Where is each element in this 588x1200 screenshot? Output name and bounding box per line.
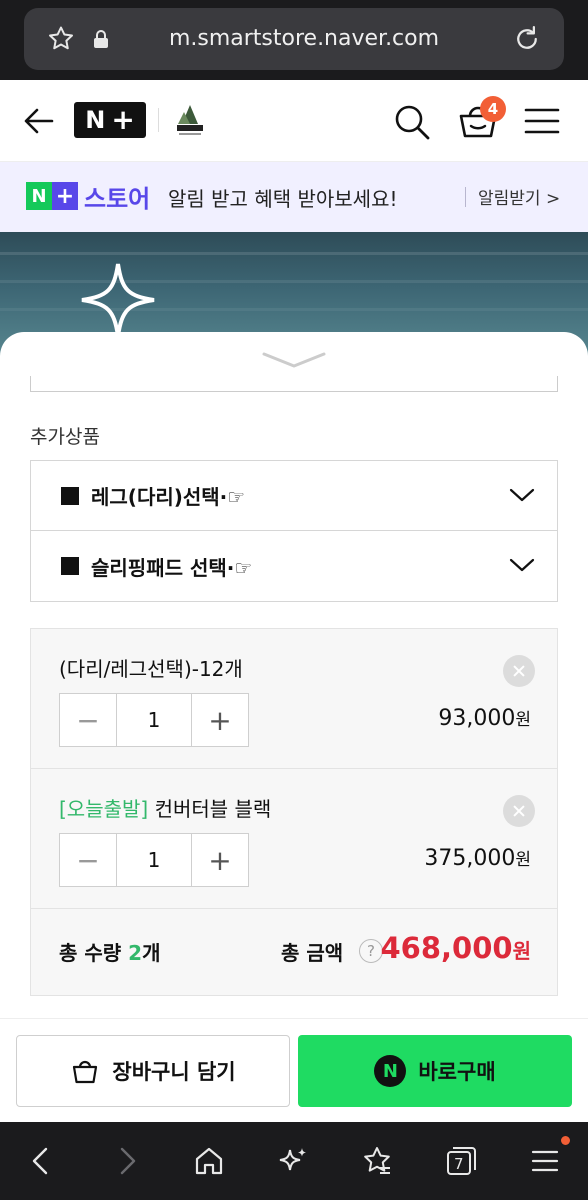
address-bar[interactable]: m.smartstore.naver.com: [24, 8, 564, 70]
total-amount-unit: 원: [512, 939, 531, 963]
purchase-action-bar: 장바구니 담기 N 바로구매: [0, 1018, 588, 1122]
naver-pay-icon: N: [374, 1055, 407, 1087]
help-icon[interactable]: ?: [359, 939, 383, 963]
total-amount-value: 468,000: [380, 931, 513, 965]
logo-plus: +: [111, 103, 135, 136]
select-label: 레그(다리)선택·☞: [91, 485, 246, 509]
shopping-bag-icon: [73, 1060, 98, 1084]
add-to-cart-button[interactable]: 장바구니 담기: [16, 1035, 290, 1107]
bookmarks-star-icon[interactable]: [360, 1144, 394, 1178]
naver-plus-logo[interactable]: N +: [74, 102, 146, 138]
notification-subscribe-link[interactable]: 알림받기 >: [478, 184, 560, 209]
browser-menu-icon[interactable]: [528, 1144, 562, 1178]
logo-n: N: [85, 106, 106, 134]
notification-dot: [561, 1136, 570, 1145]
notice-message: 알림 받고 혜택 받아보세요!: [168, 187, 398, 211]
price-unit: 원: [515, 850, 531, 870]
total-quantity-unit: 개: [142, 941, 161, 965]
increase-button[interactable]: +: [192, 694, 248, 746]
item-name: [오늘출발] 컨버터블 블랙: [59, 793, 271, 822]
sparkle-ai-icon[interactable]: [276, 1144, 310, 1178]
decrease-button[interactable]: −: [60, 694, 116, 746]
sheet-collapse-chevron-icon[interactable]: [262, 350, 326, 370]
selected-item: (다리/레그선택)-12개 − 1 + 93,000원: [31, 629, 557, 769]
back-arrow-icon[interactable]: [22, 104, 56, 138]
quantity-stepper: − 1 +: [59, 693, 249, 747]
item-name: (다리/레그선택)-12개: [59, 653, 243, 682]
bookmark-star-icon[interactable]: [46, 24, 76, 54]
select-label: 슬리핑패드 선택·☞: [91, 555, 253, 580]
remove-item-button[interactable]: [503, 655, 535, 687]
decrease-button[interactable]: −: [60, 834, 116, 886]
cart-count-badge: 4: [480, 96, 506, 122]
browser-forward-icon[interactable]: [110, 1144, 144, 1178]
badge-n: N: [26, 182, 52, 210]
item-title: 컨버터블 블랙: [148, 797, 272, 821]
remove-item-button[interactable]: [503, 795, 535, 827]
select-leg-option[interactable]: 레그(다리)선택·☞: [31, 461, 557, 531]
buy-now-button[interactable]: N 바로구매: [298, 1035, 572, 1107]
order-total: 총 수량 2개 총 금액 ? 468,000원: [31, 909, 557, 995]
select-sleeping-pad-option[interactable]: 슬리핑패드 선택·☞: [31, 531, 557, 601]
chevron-down-icon: [509, 558, 535, 572]
shop-logo-icon[interactable]: [172, 102, 208, 138]
quantity-stepper: − 1 +: [59, 833, 249, 887]
store-header: N + 4: [0, 80, 588, 162]
total-quantity-value: 2: [128, 941, 143, 965]
browser-top-bar: m.smartstore.naver.com: [0, 0, 588, 80]
chevron-down-icon: [509, 488, 535, 502]
add-to-cart-label: 장바구니 담기: [112, 1060, 236, 1084]
search-icon[interactable]: [392, 102, 432, 142]
item-price: 93,000원: [438, 705, 531, 731]
item-price: 375,000원: [424, 845, 531, 871]
tab-count: 7: [454, 1155, 464, 1173]
previous-option-box: [30, 376, 558, 392]
total-quantity-label: 총 수량: [59, 941, 129, 965]
tabs-icon[interactable]: 7: [444, 1144, 478, 1178]
quantity-value[interactable]: 1: [116, 694, 192, 746]
home-icon[interactable]: [192, 1144, 226, 1178]
additional-products-label: 추가상품: [30, 426, 100, 448]
quantity-value[interactable]: 1: [116, 834, 192, 886]
browser-bottom-nav: 7: [0, 1122, 588, 1200]
sparkle-logo-icon: [81, 263, 155, 337]
option-sheet: 추가상품 레그(다리)선택·☞ 슬리핑패드 선택·☞ (다리/레그선택)-12개…: [0, 332, 588, 1122]
wave: [0, 252, 588, 255]
reload-icon[interactable]: [512, 24, 542, 54]
total-amount: 468,000원: [381, 931, 532, 965]
selected-item: [오늘출발] 컨버터블 블랙 − 1 + 375,000원: [31, 769, 557, 909]
notification-banner[interactable]: N + 스토어 알림 받고 혜택 받아보세요! 알림받기 >: [0, 162, 588, 232]
increase-button[interactable]: +: [192, 834, 248, 886]
square-bullet-icon: [61, 486, 79, 505]
menu-hamburger-icon[interactable]: [524, 106, 560, 136]
total-quantity: 총 수량 2개: [59, 937, 160, 966]
price-value: 93,000: [438, 706, 516, 731]
browser-back-icon[interactable]: [24, 1144, 58, 1178]
item-title: (다리/레그선택)-12개: [59, 657, 243, 681]
naver-plus-badge: N +: [26, 182, 78, 210]
total-amount-label: 총 금액: [281, 941, 344, 965]
lock-icon: [94, 30, 108, 48]
store-word: 스토어: [84, 185, 151, 213]
buy-now-label: 바로구매: [418, 1060, 496, 1084]
price-unit: 원: [515, 710, 531, 730]
item-tag: [오늘출발]: [59, 797, 149, 821]
badge-plus: +: [52, 182, 78, 210]
url-text[interactable]: m.smartstore.naver.com: [144, 26, 464, 51]
notice-divider: [465, 187, 466, 207]
option-select-group: 레그(다리)선택·☞ 슬리핑패드 선택·☞: [30, 460, 558, 602]
square-bullet-icon: [61, 557, 79, 575]
selected-items-box: (다리/레그선택)-12개 − 1 + 93,000원 [오늘출발] 컨버터블 …: [30, 628, 558, 996]
header-divider: [158, 108, 159, 132]
price-value: 375,000: [424, 846, 516, 871]
